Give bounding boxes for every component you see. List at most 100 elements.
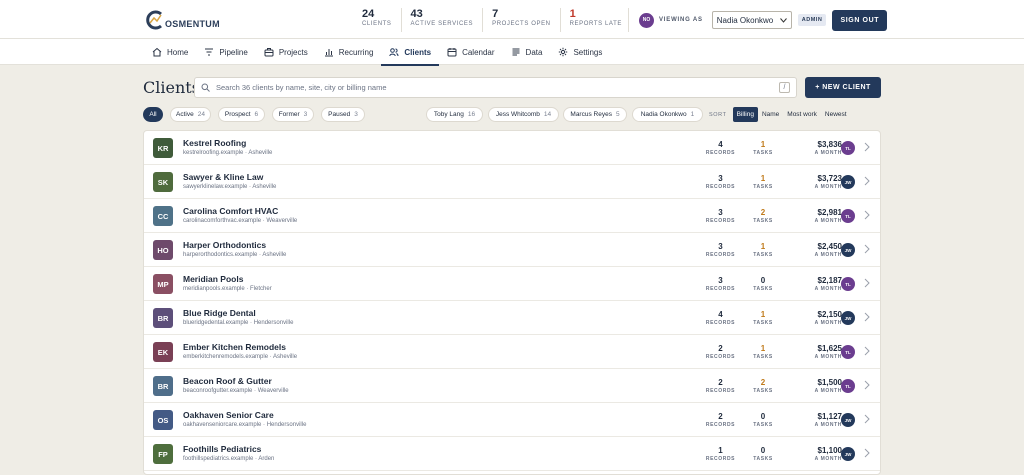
table-row[interactable]: FP Foothills Pediatrics foothillspediatric… xyxy=(144,437,880,471)
monthly-amount: $2,150 xyxy=(817,310,842,319)
chevron-right-icon[interactable] xyxy=(864,278,870,288)
tasks-label: TASKS xyxy=(753,354,773,360)
app-logo[interactable]: OSMENTUM xyxy=(144,8,220,32)
filter-chip-prospect[interactable]: Prospect 6 xyxy=(218,107,265,122)
client-name[interactable]: Blue Ridge Dental xyxy=(183,308,256,318)
owner-filter-chip[interactable]: Jess Whitcomb 14 xyxy=(488,107,559,122)
view-as-select[interactable]: Nadia Okonkwo xyxy=(711,11,792,29)
tab-home[interactable]: Home xyxy=(144,39,196,65)
owner-avatar: TL xyxy=(841,141,855,155)
sort-option-newest[interactable]: Newest xyxy=(821,107,851,122)
records-metric: 3 RECORDS xyxy=(703,174,738,191)
stat-item[interactable]: 1 REPORTS LATE xyxy=(570,8,631,32)
filter-chip-active[interactable]: Active 24 xyxy=(170,107,211,122)
chevron-right-icon[interactable] xyxy=(864,414,870,424)
chevron-right-icon[interactable] xyxy=(864,210,870,220)
new-client-button[interactable]: + NEW CLIENT xyxy=(805,77,881,98)
sort-option-billing[interactable]: Billing xyxy=(732,107,758,122)
chevron-right-icon[interactable] xyxy=(864,142,870,152)
monthly-label: A MONTH xyxy=(814,286,842,292)
owner-filter-chip[interactable]: Toby Lang 16 xyxy=(426,107,483,122)
client-name[interactable]: Ember Kitchen Remodels xyxy=(183,342,286,352)
table-row[interactable]: HO Harper Orthodontics harperorthodontics.… xyxy=(144,233,880,267)
owner-avatar: JW xyxy=(841,243,855,257)
filter-chip-paused[interactable]: Paused 3 xyxy=(321,107,365,122)
stat-value: 7 xyxy=(492,8,499,20)
records-metric: 4 RECORDS xyxy=(703,140,738,157)
stat-item[interactable]: 24 CLIENTS xyxy=(362,8,402,32)
client-name[interactable]: Foothills Pediatrics xyxy=(183,444,261,454)
chevron-right-icon[interactable] xyxy=(864,244,870,254)
tab-calendar[interactable]: Calendar xyxy=(439,39,502,65)
client-site-city: harperorthodontics.example · Asheville xyxy=(183,252,287,258)
monthly-label: A MONTH xyxy=(814,354,842,360)
records-metric: 2 RECORDS xyxy=(703,378,738,395)
monthly-amount: $1,625 xyxy=(817,344,842,353)
tab-projects[interactable]: Projects xyxy=(256,39,316,65)
filter-icon xyxy=(205,48,214,56)
client-name[interactable]: Harper Orthodontics xyxy=(183,240,266,250)
chevron-right-icon[interactable] xyxy=(864,176,870,186)
monthly-label: A MONTH xyxy=(814,184,842,190)
tab-data[interactable]: Data xyxy=(503,39,551,65)
records-label: RECORDS xyxy=(705,354,736,360)
client-name[interactable]: Meridian Pools xyxy=(183,274,243,284)
search-input[interactable]: Search 36 clients by name, site, city or… xyxy=(216,83,779,92)
tasks-count: 2 xyxy=(760,208,766,217)
client-avatar: MP xyxy=(153,274,173,294)
tasks-metric: 2 TASKS xyxy=(748,378,778,395)
calendar-icon xyxy=(447,48,457,57)
tasks-metric: 1 TASKS xyxy=(748,174,778,191)
search-shortcut-key: / xyxy=(779,82,790,93)
filter-count: 16 xyxy=(467,111,476,118)
chevron-right-icon[interactable] xyxy=(864,380,870,390)
table-row[interactable]: BR Beacon Roof & Gutter beaconroofgutter.e… xyxy=(144,369,880,403)
chevron-right-icon[interactable] xyxy=(864,448,870,458)
stat-item[interactable]: 7 PROJECTS OPEN xyxy=(492,8,561,32)
chevron-right-icon[interactable] xyxy=(864,312,870,322)
monthly-amount: $2,187 xyxy=(817,276,842,285)
table-row[interactable]: KR Kestrel Roofing kestrelroofing.example … xyxy=(144,131,880,165)
filter-count: 6 xyxy=(254,111,259,118)
owner-avatar: JW xyxy=(841,311,855,325)
stat-label: REPORTS LATE xyxy=(569,21,622,27)
owner-avatar: TL xyxy=(841,209,855,223)
sort-option-name[interactable]: Name xyxy=(758,107,783,122)
tab-settings[interactable]: Settings xyxy=(550,39,610,65)
table-row[interactable]: CC Carolina Comfort HVAC carolinacomforthv… xyxy=(144,199,880,233)
table-row[interactable]: BR Blue Ridge Dental blueridgedental.examp… xyxy=(144,301,880,335)
monthly-billing: $3,836 A MONTH xyxy=(794,140,842,157)
client-avatar: BR xyxy=(153,308,173,328)
client-site-city: kestrelroofing.example · Asheville xyxy=(183,150,273,156)
client-name[interactable]: Carolina Comfort HVAC xyxy=(183,206,278,216)
table-row[interactable]: OS Oakhaven Senior Care oakhavenseniorcare… xyxy=(144,403,880,437)
table-row[interactable]: SK Sawyer & Kline Law sawyerklinelaw.examp… xyxy=(144,165,880,199)
table-row[interactable]: EK Ember Kitchen Remodels emberkitchenremo… xyxy=(144,335,880,369)
stat-label: ACTIVE SERVICES xyxy=(410,21,474,27)
records-count: 3 xyxy=(718,208,723,217)
sort-option-most-work[interactable]: Most work xyxy=(783,107,821,122)
tab-pipeline[interactable]: Pipeline xyxy=(196,39,255,65)
owner-filter-chip[interactable]: Nadia Okonkwo 1 xyxy=(632,107,703,122)
stat-item[interactable]: 43 ACTIVE SERVICES xyxy=(411,8,484,32)
tab-clients[interactable]: Clients xyxy=(381,39,439,66)
tab-recurring[interactable]: Recurring xyxy=(316,39,382,65)
table-row[interactable]: MP Meridian Pools meridianpools.example · … xyxy=(144,267,880,301)
client-name[interactable]: Oakhaven Senior Care xyxy=(183,410,274,420)
chevron-right-icon[interactable] xyxy=(864,346,870,356)
search-box[interactable]: Search 36 clients by name, site, city or… xyxy=(194,77,797,98)
filter-label: All xyxy=(149,111,157,118)
records-count: 2 xyxy=(718,412,723,421)
tasks-label: TASKS xyxy=(753,184,773,190)
client-avatar: FP xyxy=(153,444,173,464)
monthly-amount: $2,450 xyxy=(817,242,842,251)
client-name[interactable]: Beacon Roof & Gutter xyxy=(183,376,272,386)
monthly-billing: $2,187 A MONTH xyxy=(794,276,842,293)
filter-chip-former[interactable]: Former 3 xyxy=(272,107,314,122)
owner-filter-chip[interactable]: Marcus Reyes 5 xyxy=(563,107,627,122)
client-name[interactable]: Sawyer & Kline Law xyxy=(183,172,263,182)
filter-chip-all[interactable]: All xyxy=(143,107,163,122)
sign-out-button[interactable]: SIGN OUT xyxy=(832,9,888,31)
client-name[interactable]: Kestrel Roofing xyxy=(183,138,246,148)
tasks-metric: 1 TASKS xyxy=(748,310,778,327)
